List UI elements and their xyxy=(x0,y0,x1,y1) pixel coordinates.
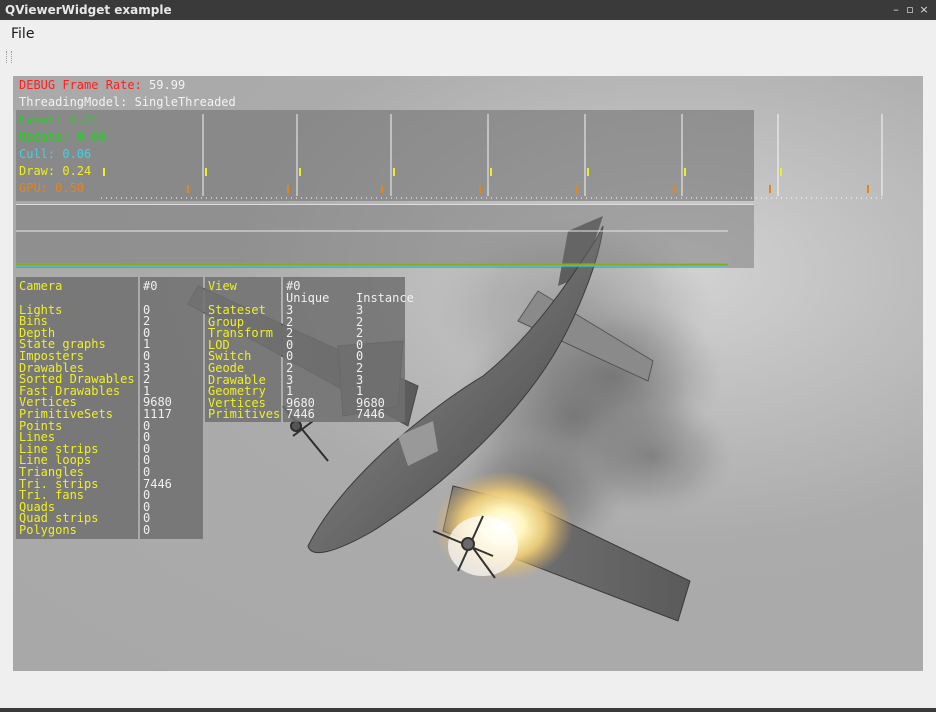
camera-stat-label: Polygons xyxy=(19,523,77,537)
view-col-instance: Instance xyxy=(356,291,414,305)
window-bottom-border xyxy=(0,708,936,712)
camera-title: Camera xyxy=(19,279,63,293)
view-stat-unique: 7446 xyxy=(286,407,315,422)
camera-id: #0 xyxy=(143,279,158,293)
view-stat-instance: 7446 xyxy=(356,407,385,422)
camera-stat-value: 0 xyxy=(143,523,151,537)
view-title: View xyxy=(208,279,237,293)
view-stat-label: Primitives xyxy=(208,407,281,422)
frame-rate-value: 59.99 xyxy=(149,78,186,92)
frame-rate-readout: DEBUG Frame Rate: 59.99 xyxy=(19,78,186,92)
frame-graph xyxy=(16,204,754,267)
osg-viewport[interactable]: DEBUG Frame Rate: 59.99 ThreadingModel: … xyxy=(13,76,923,671)
timing-panel: Event: 0.01 Update: 0.00 Cull: 0.06 Draw… xyxy=(16,110,884,201)
timing-bars xyxy=(101,114,884,199)
menubar: File xyxy=(0,20,936,48)
graph-panel xyxy=(16,204,754,268)
threading-model: ThreadingModel: SingleThreaded xyxy=(19,95,236,109)
window-titlebar[interactable]: QViewerWidget example – ▫ × xyxy=(0,0,936,20)
toolbar-handle[interactable] xyxy=(6,51,12,63)
engine-fire xyxy=(433,471,573,581)
close-icon[interactable]: × xyxy=(916,0,932,20)
menu-file[interactable]: File xyxy=(6,24,39,44)
frame-rate-label: DEBUG Frame Rate: xyxy=(19,78,150,92)
window-title: QViewerWidget example xyxy=(5,3,172,17)
